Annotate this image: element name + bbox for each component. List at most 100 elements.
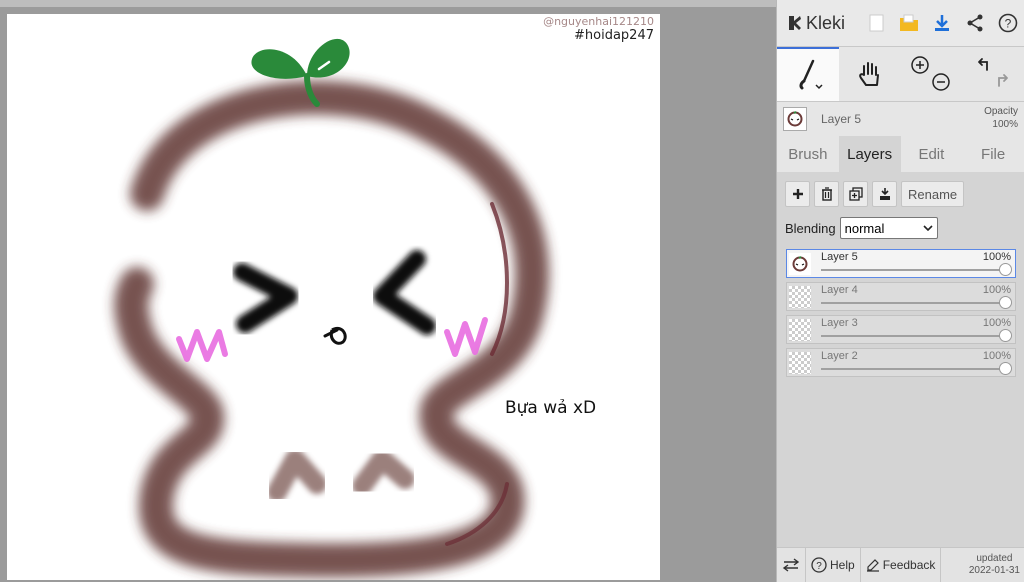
watermark-user: @nguyenhai121210: [543, 15, 654, 28]
layer-item[interactable]: Layer 3 100%: [786, 315, 1016, 344]
layer-name: Layer 3: [821, 317, 858, 329]
slider-handle[interactable]: [999, 296, 1012, 309]
opacity-label: Opacity: [984, 106, 1018, 117]
updated-info[interactable]: updated 2022-01-31: [969, 553, 1024, 577]
duplicate-layer-button[interactable]: [843, 181, 868, 207]
layer-thumbnail: [789, 286, 811, 308]
question-icon: ?: [811, 557, 827, 573]
folder-icon: [900, 14, 919, 31]
merge-down-icon: [879, 188, 890, 200]
brush-tool[interactable]: [777, 47, 839, 101]
updated-date: 2022-01-31: [968, 565, 1020, 576]
download-button[interactable]: [926, 0, 959, 46]
new-image-button[interactable]: [860, 0, 893, 46]
blending-label: Blending: [785, 220, 836, 236]
side-panel: Kleki ? Layer 5 Opacity 100% Brush Layer…: [776, 0, 1024, 582]
layer-opacity: 100%: [982, 317, 1011, 329]
app-name: Kleki: [806, 12, 846, 33]
slider-handle[interactable]: [999, 362, 1012, 375]
layer-opacity-slider[interactable]: [821, 263, 1012, 276]
feedback-label: Feedback: [882, 558, 936, 572]
swap-side-button[interactable]: [777, 548, 806, 582]
tab-edit[interactable]: Edit: [901, 136, 963, 172]
current-layer-name: Layer 5: [821, 112, 862, 126]
duplicate-icon: [848, 187, 863, 201]
layer-list: Layer 5 100% Layer 4 100% Layer 3 100% L…: [777, 249, 1024, 377]
merge-layer-button[interactable]: [872, 181, 897, 207]
undo-redo-tools: [962, 47, 1024, 101]
help-label: Help: [830, 558, 855, 572]
hand-tool[interactable]: [839, 47, 901, 101]
brush-icon: [799, 59, 823, 90]
tab-layers[interactable]: Layers: [838, 136, 901, 172]
layer-thumbnail: [789, 319, 811, 341]
rename-layer-button[interactable]: Rename: [901, 181, 965, 207]
feedback-link[interactable]: Feedback: [861, 548, 942, 582]
chevron-down-icon: [923, 225, 933, 231]
watermark-tag: #hoidap247: [574, 28, 654, 43]
layer-opacity-slider[interactable]: [821, 296, 1012, 309]
new-file-icon: [869, 14, 884, 32]
left-tooth: [267, 449, 327, 502]
swap-arrows-icon: [782, 558, 800, 572]
left-eye: [233, 263, 298, 333]
question-icon: ?: [998, 13, 1017, 33]
layer-thumbnail: [789, 352, 811, 374]
layer-thumbnail: [789, 253, 811, 275]
right-eye: [373, 250, 436, 335]
slider-handle[interactable]: [999, 263, 1012, 276]
workspace-top-strip: [0, 0, 776, 7]
tab-brush[interactable]: Brush: [777, 136, 839, 172]
help-button[interactable]: ?: [991, 0, 1024, 46]
share-button[interactable]: [958, 0, 991, 46]
layer-item[interactable]: Layer 5 100%: [786, 249, 1016, 278]
zoom-tools: [901, 47, 963, 101]
updated-label: updated: [976, 553, 1013, 564]
hand-icon: [858, 62, 879, 86]
layer-opacity: 100%: [982, 251, 1011, 263]
canvas-drawing: [114, 38, 550, 578]
zoom-in-out-icon[interactable]: [909, 54, 953, 94]
panel-footer: ? Help Feedback updated 2022-01-31: [777, 547, 1024, 582]
left-blush: [176, 329, 228, 362]
layer-opacity[interactable]: Opacity 100%: [984, 105, 1018, 131]
tool-row: [777, 47, 1024, 102]
layer-opacity: 100%: [982, 350, 1011, 362]
right-tooth: [352, 449, 415, 496]
layer-opacity-slider[interactable]: [821, 329, 1012, 342]
opacity-value: 100%: [992, 119, 1018, 130]
layers-tab-content: Rename Blending normal Layer 5 100% Laye…: [777, 172, 1024, 554]
panel-tabs: Brush Layers Edit File: [777, 136, 1024, 172]
layer-opacity: 100%: [982, 284, 1011, 296]
blending-value: normal: [844, 220, 885, 236]
undo-redo-icon[interactable]: [971, 54, 1015, 94]
face-thumbnail-icon: [787, 111, 803, 127]
layer-item[interactable]: Layer 2 100%: [786, 348, 1016, 377]
slider-handle[interactable]: [999, 329, 1012, 342]
leaf-left: [251, 49, 307, 79]
layer-name: Layer 2: [821, 350, 858, 362]
open-file-button[interactable]: [893, 0, 926, 46]
blending-row: Blending normal: [777, 216, 1024, 240]
face-thumbnail-icon: [792, 256, 808, 272]
right-blush: [444, 317, 488, 357]
layer-item[interactable]: Layer 4 100%: [786, 282, 1016, 311]
canvas-caption: Bựa wả xD: [505, 398, 597, 418]
layer-actions: Rename: [777, 180, 1024, 208]
add-layer-button[interactable]: [785, 181, 810, 207]
svg-text:?: ?: [816, 561, 822, 572]
top-toolbar: Kleki ?: [777, 0, 1024, 47]
delete-layer-button[interactable]: [814, 181, 839, 207]
help-link[interactable]: ? Help: [806, 548, 861, 582]
current-layer-thumbnail[interactable]: [783, 107, 807, 131]
trash-icon: [821, 187, 832, 201]
leaf-right: [307, 38, 350, 78]
blending-select[interactable]: normal: [839, 217, 938, 239]
share-icon: [967, 14, 983, 32]
layer-opacity-slider[interactable]: [821, 362, 1012, 375]
drawing-canvas[interactable]: @nguyenhai121210 #hoidap247 Bựa wả xD: [7, 14, 660, 580]
tab-file[interactable]: File: [962, 136, 1024, 172]
app-logo[interactable]: Kleki: [777, 13, 860, 34]
download-icon: [935, 15, 950, 31]
layer-name: Layer 5: [821, 251, 858, 263]
